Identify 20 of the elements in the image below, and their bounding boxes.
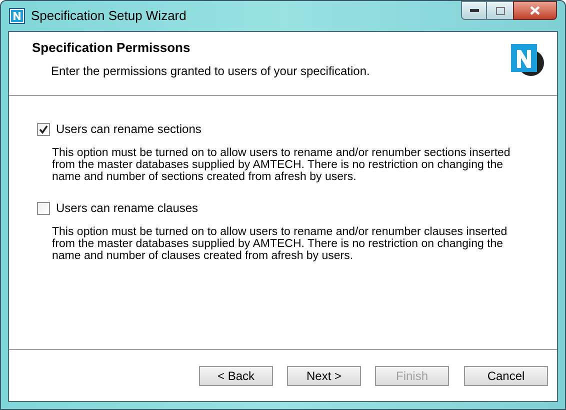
window-title: Specification Setup Wizard xyxy=(31,7,186,26)
checkbox[interactable] xyxy=(37,122,50,136)
wizard-button[interactable]: Next > xyxy=(287,366,361,386)
wizard-button[interactable]: < Back xyxy=(199,366,273,386)
checkbox[interactable] xyxy=(37,202,50,214)
wizard-button[interactable]: Cancel xyxy=(464,366,548,386)
checkbox-label[interactable]: Users can rename sections xyxy=(56,120,202,138)
option-description: This option must be turned on to allow users to rename and/or renumber sections inserted from the master databases supplied by AMTECH. There is no restriction on changing the name and number of sections created from afresh by users. xyxy=(51,147,512,183)
checkbox-label[interactable]: Users can rename clauses xyxy=(56,199,198,217)
close-button[interactable] xyxy=(513,1,557,20)
option-description: This option must be turned on to allow users to rename and/or renumber clauses inserted from the master databases supplied by AMTECH. There is no restriction on changing the name and number of clauses created from afresh by users. xyxy=(51,226,508,262)
maximize-icon xyxy=(496,6,504,14)
minimize-icon xyxy=(470,9,478,12)
app-icon xyxy=(9,8,25,24)
page-title: Specification Permissons xyxy=(32,39,192,57)
close-icon xyxy=(530,6,540,15)
minimize-button[interactable] xyxy=(461,1,487,20)
page-subtitle: Enter the permissions granted to users of your specification. xyxy=(50,62,371,80)
logo-icon xyxy=(509,42,545,78)
maximize-button[interactable] xyxy=(487,1,513,20)
